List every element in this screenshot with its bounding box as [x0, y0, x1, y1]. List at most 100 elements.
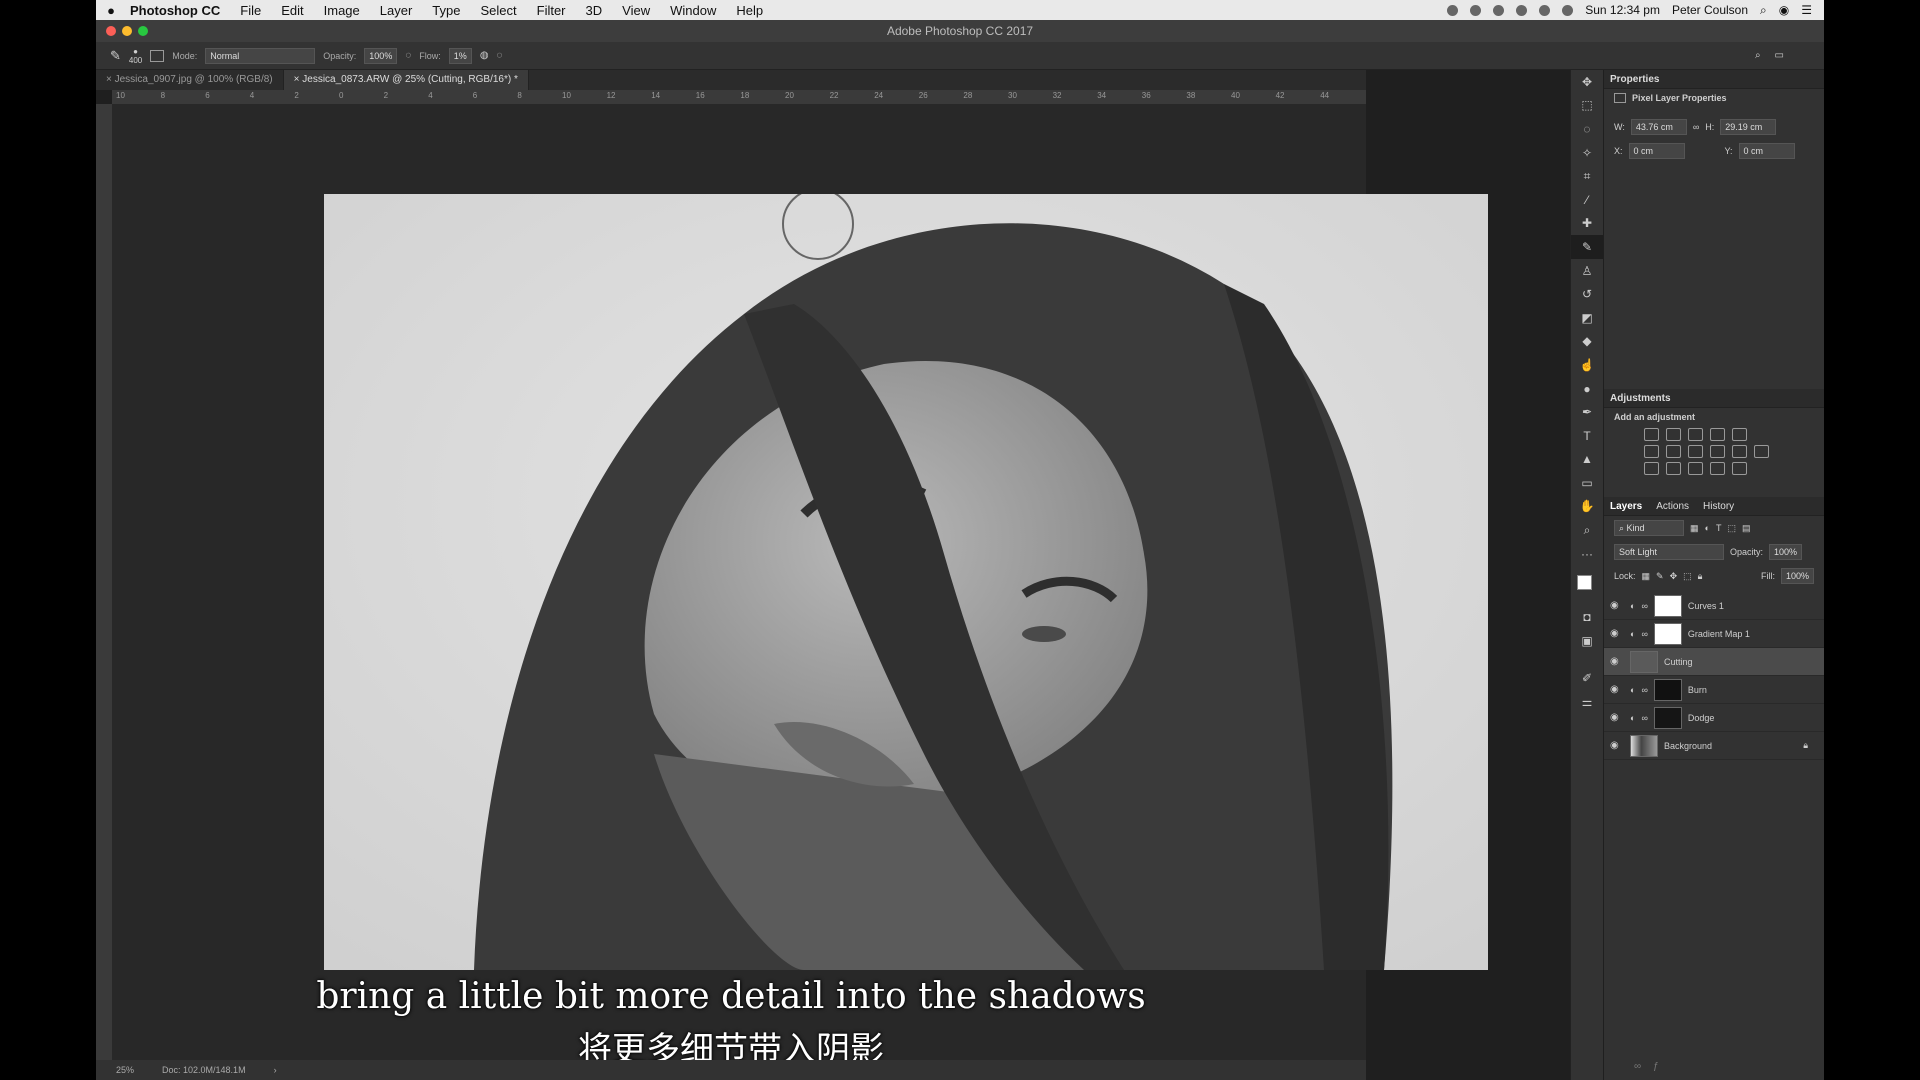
airbrush-icon[interactable]: ◍: [480, 50, 489, 61]
menu-view[interactable]: View: [612, 3, 660, 18]
layer-name[interactable]: Burn: [1688, 685, 1707, 695]
status-menu-arrow-icon[interactable]: ›: [274, 1065, 277, 1075]
menu-select[interactable]: Select: [470, 3, 526, 18]
layer-opacity-field[interactable]: 100%: [1769, 544, 1803, 560]
document-canvas[interactable]: [112, 104, 1488, 1066]
link-icon[interactable]: ∞: [1641, 685, 1647, 695]
brush-settings-icon[interactable]: ⚌: [1571, 690, 1603, 714]
brush-size-picker[interactable]: ● 400: [129, 47, 142, 65]
zoom-level[interactable]: 25%: [116, 1065, 134, 1075]
menu-help[interactable]: Help: [726, 3, 773, 18]
visibility-eye-icon[interactable]: ◉: [1610, 684, 1624, 695]
levels-icon[interactable]: [1666, 428, 1681, 441]
brush-panel-toggle-icon[interactable]: [150, 49, 165, 62]
color-lookup-icon[interactable]: [1754, 445, 1769, 458]
filter-shape-icon[interactable]: ⬚: [1727, 523, 1736, 534]
height-field[interactable]: 29.19 cm: [1720, 119, 1777, 135]
link-icon[interactable]: ∞: [1641, 713, 1647, 723]
threshold-icon[interactable]: [1688, 462, 1703, 475]
brightness-contrast-icon[interactable]: [1644, 428, 1659, 441]
photo-canvas[interactable]: [324, 194, 1488, 970]
status-icon[interactable]: [1447, 4, 1459, 16]
layer-thumbnail[interactable]: [1630, 734, 1658, 757]
link-dimensions-icon[interactable]: ∞: [1693, 122, 1699, 132]
filter-type-icon[interactable]: T: [1716, 523, 1722, 533]
quick-mask-icon[interactable]: ◘: [1571, 605, 1603, 629]
lock-all-icon[interactable]: 🔒︎: [1698, 571, 1703, 582]
layer-mask-thumbnail[interactable]: [1653, 678, 1682, 701]
healing-brush-tool-icon[interactable]: ✚: [1571, 212, 1603, 236]
menu-type[interactable]: Type: [422, 3, 470, 18]
posterize-icon[interactable]: [1666, 462, 1681, 475]
document-size[interactable]: Doc: 102.0M/148.1M: [162, 1065, 246, 1075]
clock[interactable]: Sun 12:34 pm: [1585, 3, 1660, 17]
mode-dropdown[interactable]: Normal: [205, 47, 316, 64]
eraser-tool-icon[interactable]: ◩: [1571, 306, 1603, 330]
layer-name[interactable]: Dodge: [1688, 713, 1715, 723]
marquee-tool-icon[interactable]: ⬚: [1571, 94, 1603, 118]
status-icon[interactable]: [1493, 4, 1505, 16]
filter-adjustment-icon[interactable]: ◐: [1705, 523, 1710, 533]
layer-row[interactable]: ◉ ◐ ∞ Curves 1: [1604, 592, 1824, 620]
eyedropper-tool-icon[interactable]: ⁄: [1571, 188, 1603, 212]
channel-mixer-icon[interactable]: [1732, 445, 1747, 458]
status-icon[interactable]: [1470, 4, 1482, 16]
color-balance-icon[interactable]: [1666, 445, 1681, 458]
filter-smart-object-icon[interactable]: ▤: [1742, 523, 1751, 534]
y-field[interactable]: 0 cm: [1738, 143, 1795, 159]
zoom-tool-icon[interactable]: ⌕: [1571, 518, 1603, 542]
document-tab-active[interactable]: × Jessica_0873.ARW @ 25% (Cutting, RGB/1…: [283, 70, 529, 90]
visibility-eye-icon[interactable]: ◉: [1610, 656, 1624, 667]
properties-panel-header[interactable]: Properties: [1604, 70, 1824, 89]
hue-saturation-icon[interactable]: [1644, 445, 1659, 458]
invert-icon[interactable]: [1644, 462, 1659, 475]
link-icon[interactable]: ∞: [1641, 629, 1647, 639]
layer-thumbnail[interactable]: [1630, 650, 1658, 673]
layer-kind-filter[interactable]: ⌕ Kind: [1614, 520, 1684, 536]
layer-row[interactable]: ◉ ◐ ∞ Gradient Map 1: [1604, 620, 1824, 648]
lock-artboard-icon[interactable]: ⬚: [1683, 571, 1692, 582]
horizontal-ruler[interactable]: 10 8 6 4 2 0 2 4 6 8 10 12 14 16 18 20 22 24 26 28 30 32 34 36 3…: [112, 90, 1366, 104]
lasso-tool-icon[interactable]: ◌: [1571, 117, 1603, 141]
rectangle-tool-icon[interactable]: ▭: [1571, 471, 1603, 495]
visibility-eye-icon[interactable]: ◉: [1610, 600, 1624, 611]
history-brush-tool-icon[interactable]: ↺: [1571, 282, 1603, 306]
layer-row[interactable]: ◉ ◐ ∞ Dodge: [1604, 704, 1824, 732]
tab-layers[interactable]: Layers: [1610, 501, 1642, 512]
gradient-map-icon[interactable]: [1710, 462, 1725, 475]
workspace-switcher-icon[interactable]: ▭: [1775, 50, 1784, 61]
lock-transparent-icon[interactable]: ▦: [1642, 571, 1651, 582]
type-tool-icon[interactable]: T: [1571, 424, 1603, 448]
menu-window[interactable]: Window: [660, 3, 726, 18]
black-white-icon[interactable]: [1688, 445, 1703, 458]
layer-row-selected[interactable]: ◉ Cutting: [1604, 648, 1824, 676]
lock-icon[interactable]: 🔒︎: [1803, 740, 1808, 751]
smudge-tool-icon[interactable]: ☝: [1571, 353, 1603, 377]
more-tools-icon[interactable]: ···: [1571, 542, 1603, 566]
close-tab-icon[interactable]: ×: [294, 74, 303, 85]
layer-name[interactable]: Background: [1664, 741, 1712, 751]
x-field[interactable]: 0 cm: [1628, 143, 1685, 159]
vertical-ruler[interactable]: [96, 104, 112, 1066]
fill-field[interactable]: 100%: [1780, 568, 1814, 584]
document-tab[interactable]: × Jessica_0907.jpg @ 100% (RGB/8): [96, 70, 284, 90]
adjustments-panel-header[interactable]: Adjustments: [1604, 389, 1824, 408]
brush-panel-icon[interactable]: ✐: [1571, 667, 1603, 691]
visibility-eye-icon[interactable]: ◉: [1610, 628, 1624, 639]
menu-3d[interactable]: 3D: [576, 3, 613, 18]
foreground-color-swatch[interactable]: [1577, 575, 1592, 591]
spotlight-icon[interactable]: ⌕: [1760, 3, 1767, 18]
opacity-field[interactable]: 100%: [364, 47, 398, 64]
pressure-opacity-icon[interactable]: ◌: [405, 50, 411, 61]
link-icon[interactable]: ∞: [1641, 601, 1647, 611]
menu-layer[interactable]: Layer: [370, 3, 423, 18]
selective-color-icon[interactable]: [1732, 462, 1747, 475]
layer-mask-thumbnail[interactable]: [1653, 622, 1682, 645]
menu-file[interactable]: File: [230, 3, 271, 18]
visibility-eye-icon[interactable]: ◉: [1610, 712, 1624, 723]
link-layers-icon[interactable]: ∞: [1634, 1061, 1641, 1072]
tab-history[interactable]: History: [1703, 501, 1734, 512]
curves-icon[interactable]: [1688, 428, 1703, 441]
siri-icon[interactable]: ◉: [1779, 3, 1789, 17]
layer-row[interactable]: ◉ Background 🔒︎: [1604, 732, 1824, 760]
